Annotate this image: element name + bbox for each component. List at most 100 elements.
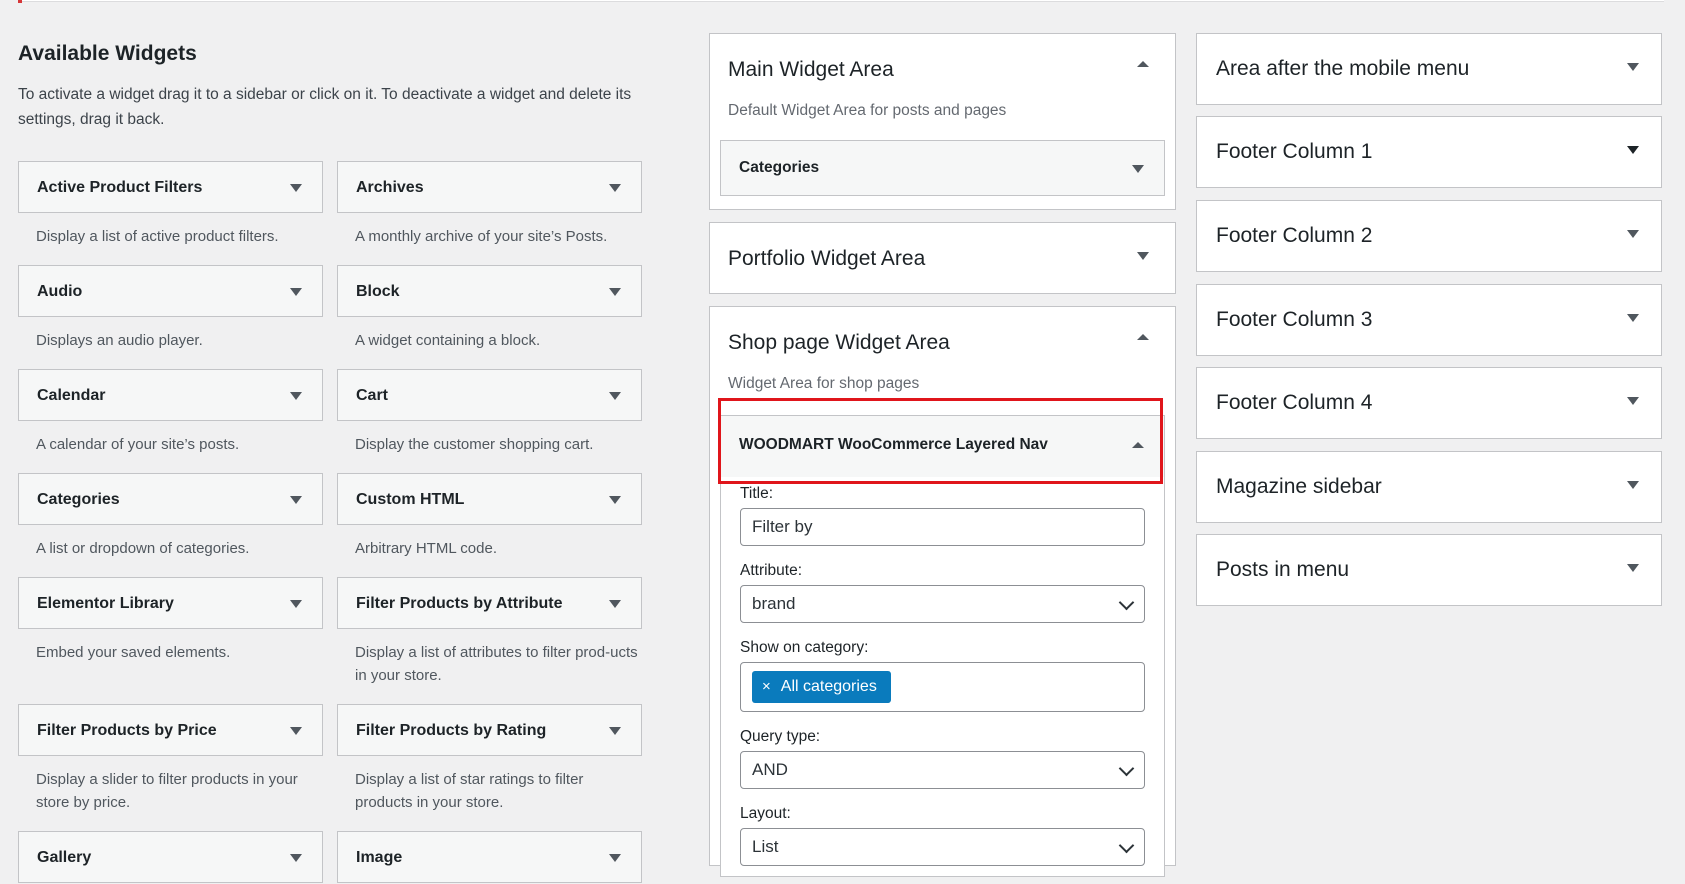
expand-icon[interactable] — [1627, 397, 1639, 405]
expand-icon[interactable] — [290, 184, 302, 192]
widget-item[interactable]: Filter Products by Attribute Display a l… — [337, 577, 642, 687]
sidebar-footer-column-3[interactable]: Footer Column 3 — [1196, 284, 1662, 356]
sidebar-footer-column-1[interactable]: Footer Column 1 — [1196, 116, 1662, 188]
widget-item[interactable]: Gallery — [18, 831, 323, 883]
expand-icon[interactable] — [1627, 146, 1639, 154]
attribute-select-value: brand — [752, 594, 796, 613]
widget-header[interactable]: Calendar — [18, 369, 323, 421]
highlight-annotation — [718, 398, 1163, 484]
widget-title: Filter Products by Price — [37, 722, 217, 739]
expand-icon[interactable] — [609, 854, 621, 862]
expand-icon[interactable] — [609, 496, 621, 504]
widget-title: Block — [356, 283, 400, 300]
widget-header[interactable]: Audio — [18, 265, 323, 317]
widget-header[interactable]: Categories — [18, 473, 323, 525]
widget-header[interactable]: Active Product Filters — [18, 161, 323, 213]
widget-header[interactable]: Archives — [337, 161, 642, 213]
layout-select[interactable]: List — [740, 828, 1145, 866]
expand-icon[interactable] — [1627, 314, 1639, 322]
expand-icon[interactable] — [609, 392, 621, 400]
sidebar-title: Footer Column 4 — [1216, 391, 1373, 414]
widget-item[interactable]: Filter Products by Rating Display a list… — [337, 704, 642, 814]
widget-item[interactable]: Categories A list or dropdown of categor… — [18, 473, 323, 560]
category-tag[interactable]: × All categories — [752, 671, 891, 703]
widget-header[interactable]: Block — [337, 265, 642, 317]
widget-item[interactable]: Calendar A calendar of your site’s posts… — [18, 369, 323, 456]
expand-icon[interactable] — [1627, 481, 1639, 489]
sidebar-title[interactable]: Main Widget Area — [728, 56, 894, 84]
widget-title: Gallery — [37, 849, 92, 866]
chevron-down-icon — [1118, 760, 1135, 777]
widget-title: Active Product Filters — [37, 179, 203, 196]
sidebar-magazine[interactable]: Magazine sidebar — [1196, 451, 1662, 523]
widget-item[interactable]: Archives A monthly archive of your site’… — [337, 161, 642, 248]
sidebar-description: Widget Area for shop pages — [728, 375, 920, 392]
widget-title: Categories — [739, 159, 820, 176]
expand-icon[interactable] — [290, 854, 302, 862]
title-input[interactable]: Filter by — [740, 508, 1145, 546]
available-widgets-title: Available Widgets — [18, 42, 197, 65]
title-label: Title: — [740, 485, 774, 502]
widget-item[interactable]: Cart Display the customer shopping cart. — [337, 369, 642, 456]
widget-header[interactable]: Filter Products by Price — [18, 704, 323, 756]
sidebar-description: Default Widget Area for posts and pages — [728, 102, 1007, 119]
widget-item[interactable]: Elementor Library Embed your saved eleme… — [18, 577, 323, 664]
widget-item[interactable]: Active Product Filters Display a list of… — [18, 161, 323, 248]
widget-item[interactable]: Custom HTML Arbitrary HTML code. — [337, 473, 642, 560]
widget-header[interactable]: Filter Products by Attribute — [337, 577, 642, 629]
sidebar-portfolio-widget-area[interactable]: Portfolio Widget Area — [709, 222, 1176, 294]
expand-icon[interactable] — [609, 727, 621, 735]
title-input-value: Filter by — [752, 517, 813, 536]
expand-icon[interactable] — [1627, 63, 1639, 71]
expand-icon[interactable] — [609, 184, 621, 192]
attribute-select[interactable]: brand — [740, 585, 1145, 623]
query-type-select[interactable]: AND — [740, 751, 1145, 789]
sidebar-footer-column-4[interactable]: Footer Column 4 — [1196, 367, 1662, 439]
sidebar-footer-column-2[interactable]: Footer Column 2 — [1196, 200, 1662, 272]
widget-description: Displays an audio player. — [36, 332, 203, 349]
sidebar-main-widget-area: Main Widget Area Default Widget Area for… — [709, 33, 1176, 210]
widget-description: Display the customer shopping cart. — [355, 436, 594, 453]
widget-header[interactable]: Cart — [337, 369, 642, 421]
widget-item[interactable]: Image — [337, 831, 642, 883]
category-multiselect[interactable]: × All categories — [740, 662, 1145, 712]
category-label: Show on category: — [740, 639, 869, 656]
expand-icon[interactable] — [290, 288, 302, 296]
widget-item[interactable]: Block A widget containing a block. — [337, 265, 642, 352]
expand-icon[interactable] — [290, 392, 302, 400]
expand-icon[interactable] — [1627, 564, 1639, 572]
expand-icon[interactable] — [290, 496, 302, 504]
widget-title: Archives — [356, 179, 424, 196]
layout-value: List — [752, 837, 779, 856]
sidebar-posts-in-menu[interactable]: Posts in menu — [1196, 534, 1662, 606]
sidebar-title[interactable]: Portfolio Widget Area — [728, 245, 925, 273]
expand-icon[interactable] — [1627, 230, 1639, 238]
sidebar-area-after-mobile-menu[interactable]: Area after the mobile menu — [1196, 33, 1662, 105]
widget-header[interactable]: Elementor Library — [18, 577, 323, 629]
attribute-label: Attribute: — [740, 562, 803, 579]
query-type-label: Query type: — [740, 728, 821, 745]
remove-tag-icon[interactable]: × — [762, 678, 771, 695]
expand-icon[interactable] — [609, 600, 621, 608]
expand-icon[interactable] — [609, 288, 621, 296]
collapse-icon[interactable] — [1137, 334, 1149, 340]
expand-icon[interactable] — [1132, 165, 1144, 173]
expand-icon[interactable] — [1137, 252, 1149, 260]
widget-description: Embed your saved elements. — [36, 644, 231, 661]
widget-description: Display a slider to filter products in y… — [36, 771, 298, 811]
widget-header[interactable]: Custom HTML — [337, 473, 642, 525]
widget-title: Custom HTML — [356, 491, 465, 508]
sidebar-widget-categories[interactable]: Categories — [720, 140, 1165, 196]
collapse-icon[interactable] — [1137, 61, 1149, 67]
widget-header[interactable]: Image — [337, 831, 642, 883]
widget-item[interactable]: Audio Displays an audio player. — [18, 265, 323, 352]
expand-icon[interactable] — [290, 727, 302, 735]
widget-header[interactable]: Gallery — [18, 831, 323, 883]
sidebar-title: Magazine sidebar — [1216, 475, 1382, 498]
widget-description: Display a list of attributes to filter p… — [355, 644, 638, 684]
widget-item[interactable]: Filter Products by Price Display a slide… — [18, 704, 323, 814]
widget-header[interactable]: Filter Products by Rating — [337, 704, 642, 756]
sidebar-title[interactable]: Shop page Widget Area — [728, 329, 950, 357]
sidebar-title: Footer Column 1 — [1216, 140, 1373, 163]
expand-icon[interactable] — [290, 600, 302, 608]
